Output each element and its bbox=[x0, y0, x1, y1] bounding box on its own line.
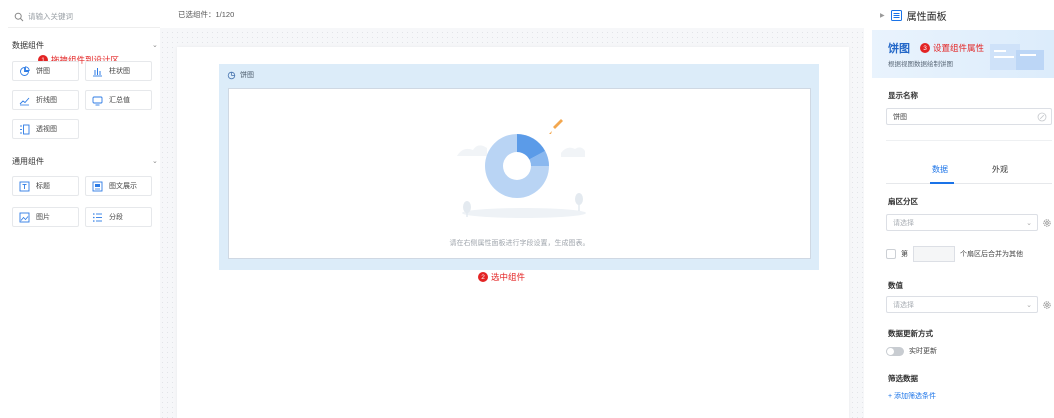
property-tabs: 数据 外观 bbox=[886, 156, 1052, 184]
section-header-general[interactable]: 通用组件 ⌄ bbox=[12, 156, 160, 167]
banner-title: 饼图 bbox=[888, 43, 910, 55]
component-label: 分段 bbox=[109, 214, 123, 221]
value-select[interactable]: 请选择 ⌄ bbox=[886, 296, 1038, 313]
pie-chart-icon bbox=[20, 65, 30, 76]
banner-title-row: 饼图 3 设置组件属性 bbox=[888, 40, 984, 56]
component-image[interactable]: 图片 bbox=[12, 207, 79, 227]
step-text: 设置组件属性 bbox=[933, 43, 985, 53]
section-header-data[interactable]: 数据组件 ⌄ bbox=[12, 40, 160, 51]
sector-placeholder: 请选择 bbox=[893, 219, 914, 227]
summary-icon bbox=[92, 96, 103, 105]
filter-label: 筛选数据 bbox=[888, 374, 918, 383]
merge-suffix: 个扇区后合并为其他 bbox=[960, 251, 1023, 258]
display-name-label: 显示名称 bbox=[888, 91, 918, 100]
clear-icon[interactable] bbox=[1037, 112, 1047, 122]
section-title-data: 数据组件 bbox=[12, 41, 44, 50]
step-number: 3 bbox=[920, 43, 930, 53]
rocket-icon bbox=[549, 119, 563, 134]
image-text-icon bbox=[92, 181, 103, 191]
caret-right-icon[interactable]: ▶ bbox=[880, 12, 885, 19]
design-canvas[interactable]: 饼图 请在右侧属性面板进行字段设置，生成图表。 2 选中组件 bbox=[177, 47, 849, 418]
update-label: 数据更新方式 bbox=[888, 329, 933, 338]
component-label: 图片 bbox=[36, 214, 50, 221]
chevron-down-icon: ⌄ bbox=[1026, 302, 1032, 309]
bar-chart-icon bbox=[93, 67, 102, 76]
component-label: 柱状图 bbox=[109, 68, 130, 75]
merge-checkbox[interactable] bbox=[886, 249, 896, 259]
tab-data[interactable]: 数据 bbox=[932, 164, 948, 175]
component-label: 透视图 bbox=[36, 126, 57, 133]
search-icon bbox=[14, 12, 24, 21]
merge-prefix: 第 bbox=[901, 251, 908, 258]
pie-chart-icon bbox=[227, 71, 236, 79]
widget-body: 请在右侧属性面板进行字段设置，生成图表。 bbox=[228, 88, 811, 259]
chevron-down-icon: ⌄ bbox=[152, 41, 158, 49]
gear-icon[interactable] bbox=[1042, 218, 1052, 228]
component-pie[interactable]: 饼图 bbox=[12, 61, 79, 81]
section-title-general: 通用组件 bbox=[12, 157, 44, 166]
chevron-down-icon: ⌄ bbox=[152, 157, 158, 165]
display-name-input[interactable]: 饼图 bbox=[886, 108, 1052, 125]
sector-select[interactable]: 请选择 ⌄ bbox=[886, 214, 1038, 231]
component-summary[interactable]: 汇总值 bbox=[85, 90, 152, 110]
banner-subtitle: 根据视图数据绘制饼图 bbox=[888, 61, 953, 68]
panel-icon bbox=[890, 10, 902, 21]
gear-icon[interactable] bbox=[1042, 300, 1052, 310]
component-line[interactable]: 折线图 bbox=[12, 90, 79, 110]
component-label: 折线图 bbox=[36, 97, 57, 104]
component-label: 饼图 bbox=[36, 68, 50, 75]
selected-count: 已选组件：1/120 bbox=[178, 9, 235, 19]
component-title[interactable]: 标题 bbox=[12, 176, 79, 196]
title-icon bbox=[19, 181, 30, 191]
empty-hint: 请在右侧属性面板进行字段设置，生成图表。 bbox=[449, 240, 590, 247]
tree-icon bbox=[575, 193, 583, 211]
component-label: 汇总值 bbox=[109, 97, 130, 104]
divider bbox=[886, 140, 1052, 141]
toggle-knob bbox=[887, 347, 894, 355]
value-placeholder: 请选择 bbox=[893, 301, 914, 309]
pivot-icon bbox=[20, 124, 30, 134]
realtime-toggle[interactable] bbox=[886, 346, 904, 356]
property-panel: ▶ 属性面板 饼图 3 设置组件属性 根据视图数据绘制饼图 显示名称 饼图 数据… bbox=[872, 0, 1054, 418]
center-toolbar: 已选组件：1/120 bbox=[160, 0, 864, 28]
component-panel: 请输入关键词 数据组件 ⌄ 1 拖拽组件到设计区 饼图 柱状图 折线图 汇总值 … bbox=[8, 6, 160, 418]
panel-title: 属性面板 bbox=[906, 12, 947, 23]
realtime-label: 实时更新 bbox=[909, 348, 937, 355]
value-label: 数值 bbox=[888, 281, 903, 290]
image-icon bbox=[19, 212, 30, 222]
merge-row: 第 个扇区后合并为其他 bbox=[886, 246, 1052, 262]
component-label: 图文展示 bbox=[109, 183, 137, 190]
widget-title: 饼图 bbox=[240, 72, 254, 79]
step-number: 2 bbox=[478, 272, 488, 282]
step-3-annotation: 3 设置组件属性 bbox=[920, 42, 984, 54]
add-filter-button[interactable]: + 添加筛选条件 bbox=[888, 391, 936, 401]
step-2-annotation: 2 选中组件 bbox=[478, 271, 525, 283]
sector-label: 扇区分区 bbox=[888, 197, 918, 206]
component-banner: 饼图 3 设置组件属性 根据视图数据绘制饼图 bbox=[872, 30, 1054, 78]
design-area[interactable]: 已选组件：1/120 饼图 请在右侧属性面板进行字段设置，生成图表。 2 选中组… bbox=[160, 0, 864, 418]
empty-chart-illustration bbox=[457, 119, 586, 218]
step-text: 选中组件 bbox=[491, 272, 526, 282]
search-input[interactable]: 请输入关键词 bbox=[8, 6, 160, 28]
search-placeholder: 请输入关键词 bbox=[28, 12, 73, 21]
pie-widget[interactable]: 饼图 请在右侧属性面板进行字段设置，生成图表。 bbox=[219, 64, 819, 270]
tab-appearance[interactable]: 外观 bbox=[992, 164, 1008, 175]
active-tab-indicator bbox=[930, 182, 954, 184]
section-icon bbox=[93, 212, 102, 222]
merge-count-input[interactable] bbox=[913, 246, 955, 262]
update-row: 实时更新 bbox=[886, 346, 937, 356]
chevron-down-icon: ⌄ bbox=[1026, 220, 1032, 227]
banner-illustration bbox=[990, 44, 1044, 70]
component-pivot[interactable]: 透视图 bbox=[12, 119, 79, 139]
component-image-text[interactable]: 图文展示 bbox=[85, 176, 152, 196]
component-section[interactable]: 分段 bbox=[85, 207, 152, 227]
display-name-value: 饼图 bbox=[893, 113, 907, 121]
panel-header[interactable]: ▶ 属性面板 bbox=[880, 8, 947, 23]
widget-header: 饼图 bbox=[227, 70, 254, 80]
component-label: 标题 bbox=[36, 183, 50, 190]
line-chart-icon bbox=[19, 97, 30, 105]
component-bar[interactable]: 柱状图 bbox=[85, 61, 152, 81]
